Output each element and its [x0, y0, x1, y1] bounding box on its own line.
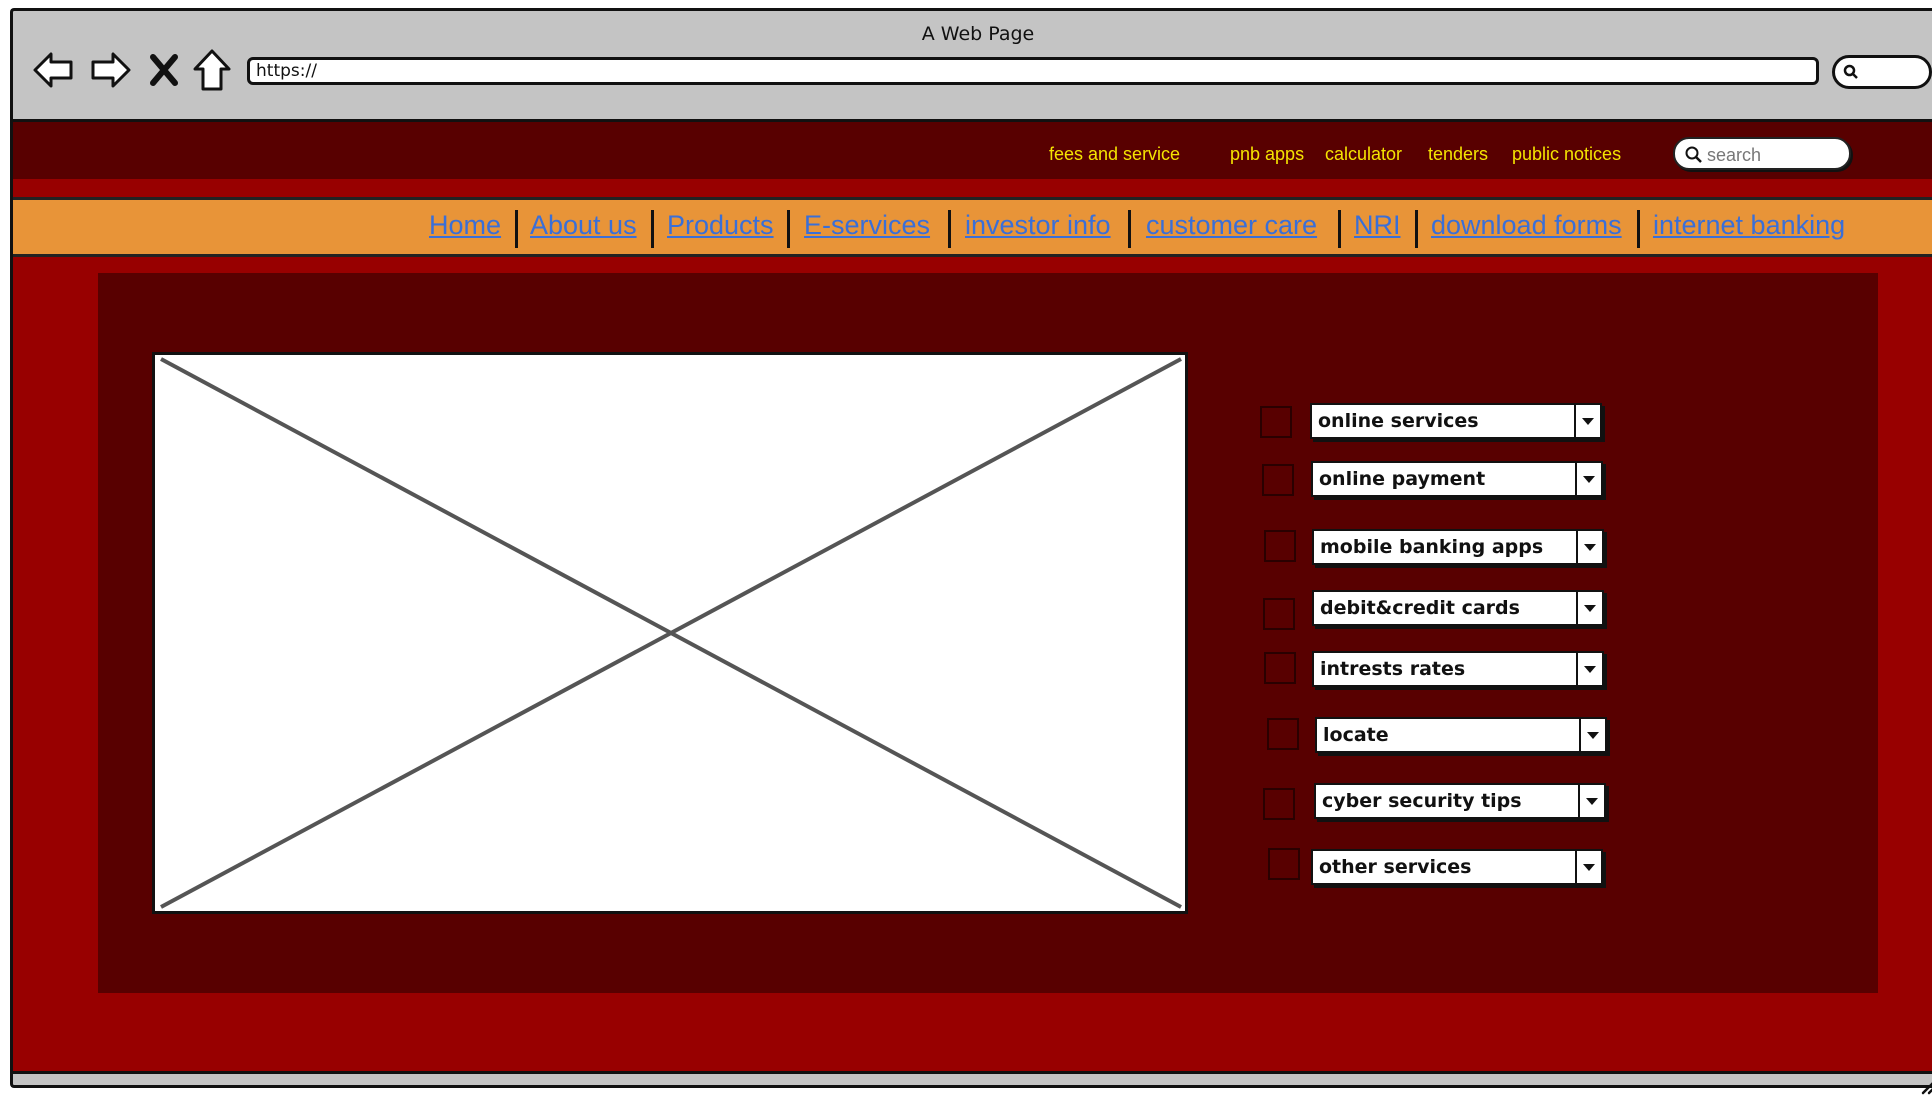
- service-dropdown-label: other services: [1319, 856, 1472, 878]
- nav-internet-banking[interactable]: internet banking: [1653, 210, 1845, 241]
- service-dropdown-label: intrests rates: [1320, 658, 1466, 680]
- window-title: A Web Page: [921, 23, 1035, 45]
- utility-bar: fees and service pnb apps calculator ten…: [13, 119, 1932, 179]
- resize-grip-icon[interactable]: [1919, 1077, 1932, 1095]
- service-dropdown-label: mobile banking apps: [1320, 536, 1544, 558]
- search-icon: [1685, 146, 1702, 163]
- site-search[interactable]: [1673, 137, 1851, 170]
- search-icon: [1843, 64, 1858, 79]
- hero-image-placeholder: [152, 352, 1188, 914]
- service-dropdown-online-payment[interactable]: online payment: [1311, 461, 1603, 497]
- chevron-down-icon: [1576, 592, 1602, 624]
- nav-divider: [1128, 210, 1131, 248]
- service-dropdown-label: cyber security tips: [1322, 790, 1522, 812]
- nav-about-us[interactable]: About us: [530, 210, 637, 241]
- service-checkbox[interactable]: [1264, 530, 1296, 562]
- nav-download-forms[interactable]: download forms: [1431, 210, 1622, 241]
- service-dropdown-label: online services: [1318, 410, 1479, 432]
- main-nav: Home About us Products E-services invest…: [13, 197, 1932, 257]
- utility-link-public-notices[interactable]: public notices: [1512, 144, 1621, 165]
- nav-divider: [787, 210, 790, 248]
- forward-arrow-icon[interactable]: [87, 47, 133, 93]
- utility-link-pnb-apps[interactable]: pnb apps: [1230, 144, 1304, 165]
- status-bar-divider: [13, 1071, 1932, 1074]
- chevron-down-icon: [1575, 851, 1601, 883]
- service-dropdown-online-services[interactable]: online services: [1310, 403, 1602, 439]
- service-checkbox[interactable]: [1268, 848, 1300, 880]
- service-checkbox[interactable]: [1263, 788, 1295, 820]
- site-search-input[interactable]: [1705, 143, 1845, 167]
- back-arrow-icon[interactable]: [31, 47, 77, 93]
- browser-search-field[interactable]: [1832, 55, 1932, 89]
- home-icon[interactable]: [189, 47, 235, 93]
- chevron-down-icon: [1579, 719, 1605, 751]
- utility-link-fees[interactable]: fees and service: [1049, 144, 1180, 165]
- nav-customer-care[interactable]: customer care: [1146, 210, 1317, 241]
- service-checkbox[interactable]: [1267, 718, 1299, 750]
- nav-divider: [948, 210, 951, 248]
- nav-e-services[interactable]: E-services: [804, 210, 930, 241]
- nav-products[interactable]: Products: [667, 210, 774, 241]
- service-dropdown-locate[interactable]: locate: [1315, 717, 1607, 753]
- utility-link-calculator[interactable]: calculator: [1325, 144, 1402, 165]
- nav-home[interactable]: Home: [429, 210, 501, 241]
- chevron-down-icon: [1576, 653, 1602, 685]
- chevron-down-icon: [1575, 463, 1601, 495]
- service-dropdown-label: locate: [1323, 724, 1389, 746]
- nav-divider: [1637, 210, 1640, 248]
- nav-divider: [651, 210, 654, 248]
- service-checkbox[interactable]: [1262, 464, 1294, 496]
- service-dropdown-intrests-rates[interactable]: intrests rates: [1312, 651, 1604, 687]
- chevron-down-icon: [1576, 531, 1602, 563]
- nav-nri[interactable]: NRI: [1354, 210, 1401, 241]
- close-x-icon[interactable]: [147, 47, 181, 93]
- service-dropdown-mobile-banking-apps[interactable]: mobile banking apps: [1312, 529, 1604, 565]
- chevron-down-icon: [1574, 405, 1600, 437]
- service-dropdown-label: online payment: [1319, 468, 1486, 490]
- service-dropdown-label: debit&credit cards: [1320, 597, 1520, 619]
- nav-divider: [1415, 210, 1418, 248]
- service-dropdown-debit-credit-cards[interactable]: debit&credit cards: [1312, 590, 1604, 626]
- url-bar[interactable]: https://: [247, 57, 1819, 85]
- service-checkbox[interactable]: [1260, 406, 1292, 438]
- nav-divider: [515, 210, 518, 248]
- utility-link-tenders[interactable]: tenders: [1428, 144, 1488, 165]
- image-placeholder-icon: [160, 357, 1182, 909]
- nav-investor-info[interactable]: investor info: [965, 210, 1111, 241]
- service-dropdown-other-services[interactable]: other services: [1311, 849, 1603, 885]
- service-checkbox[interactable]: [1263, 598, 1295, 630]
- service-checkbox[interactable]: [1264, 652, 1296, 684]
- service-dropdown-cyber-security-tips[interactable]: cyber security tips: [1314, 783, 1606, 819]
- chevron-down-icon: [1578, 785, 1604, 817]
- nav-divider: [1338, 210, 1341, 248]
